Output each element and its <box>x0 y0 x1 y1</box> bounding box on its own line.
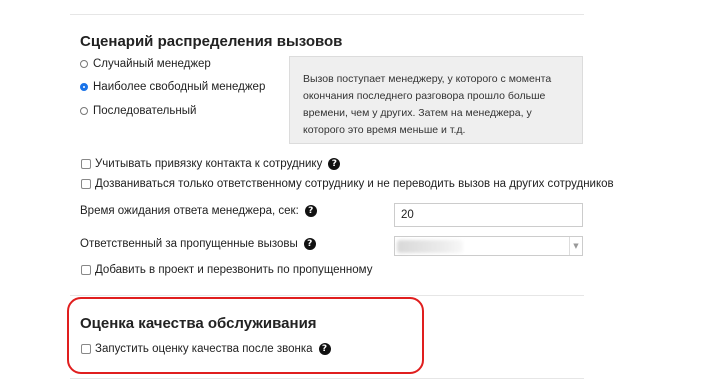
radio-label: Случайный менеджер <box>93 58 211 70</box>
missed-calls-responsible-select[interactable]: ▼ <box>394 236 583 256</box>
distribution-description-box: Вызов поступает менеджеру, у которого с … <box>289 56 583 144</box>
radio-button[interactable] <box>80 107 88 115</box>
checkbox[interactable] <box>81 159 91 169</box>
checkbox[interactable] <box>81 179 91 189</box>
wait-time-label-row: Время ожидания ответа менеджера, сек: ? <box>80 205 317 217</box>
checkbox[interactable] <box>81 265 91 275</box>
help-icon[interactable]: ? <box>304 205 317 217</box>
missed-calls-label-row: Ответственный за пропущенные вызовы ? <box>80 238 316 250</box>
only-responsible-option[interactable]: Дозваниваться только ответственному сотр… <box>81 178 614 190</box>
radio-sequential[interactable]: Последовательный <box>80 105 196 117</box>
checkbox-label: Учитывать привязку контакта к сотруднику <box>95 158 323 170</box>
section-divider <box>70 295 584 296</box>
bottom-divider <box>70 378 584 379</box>
checkbox-label: Дозваниваться только ответственному сотр… <box>95 178 614 190</box>
checkbox-label: Добавить в проект и перезвонить по пропу… <box>95 264 373 276</box>
radio-label: Последовательный <box>93 105 197 117</box>
highlight-annotation <box>67 297 424 374</box>
help-icon[interactable]: ? <box>303 238 316 250</box>
radio-button[interactable] <box>80 60 88 68</box>
radio-label: Наиболее свободный менеджер <box>93 81 266 93</box>
chevron-down-icon[interactable]: ▼ <box>569 237 582 255</box>
distribution-section-title: Сценарий распределения вызовов <box>80 33 343 50</box>
radio-random-manager[interactable]: Случайный менеджер <box>80 58 211 70</box>
add-to-project-option[interactable]: Добавить в проект и перезвонить по пропу… <box>81 264 372 276</box>
missed-calls-label: Ответственный за пропущенные вызовы <box>80 238 298 250</box>
contact-binding-option[interactable]: Учитывать привязку контакта к сотруднику… <box>81 158 341 170</box>
radio-most-free-manager[interactable]: Наиболее свободный менеджер <box>80 81 265 93</box>
top-divider <box>70 14 584 15</box>
help-icon[interactable]: ? <box>328 158 341 170</box>
wait-time-input[interactable]: 20 <box>394 203 583 227</box>
radio-button-selected[interactable] <box>80 83 88 91</box>
wait-time-label: Время ожидания ответа менеджера, сек: <box>80 205 299 217</box>
blurred-selected-value <box>397 240 463 253</box>
